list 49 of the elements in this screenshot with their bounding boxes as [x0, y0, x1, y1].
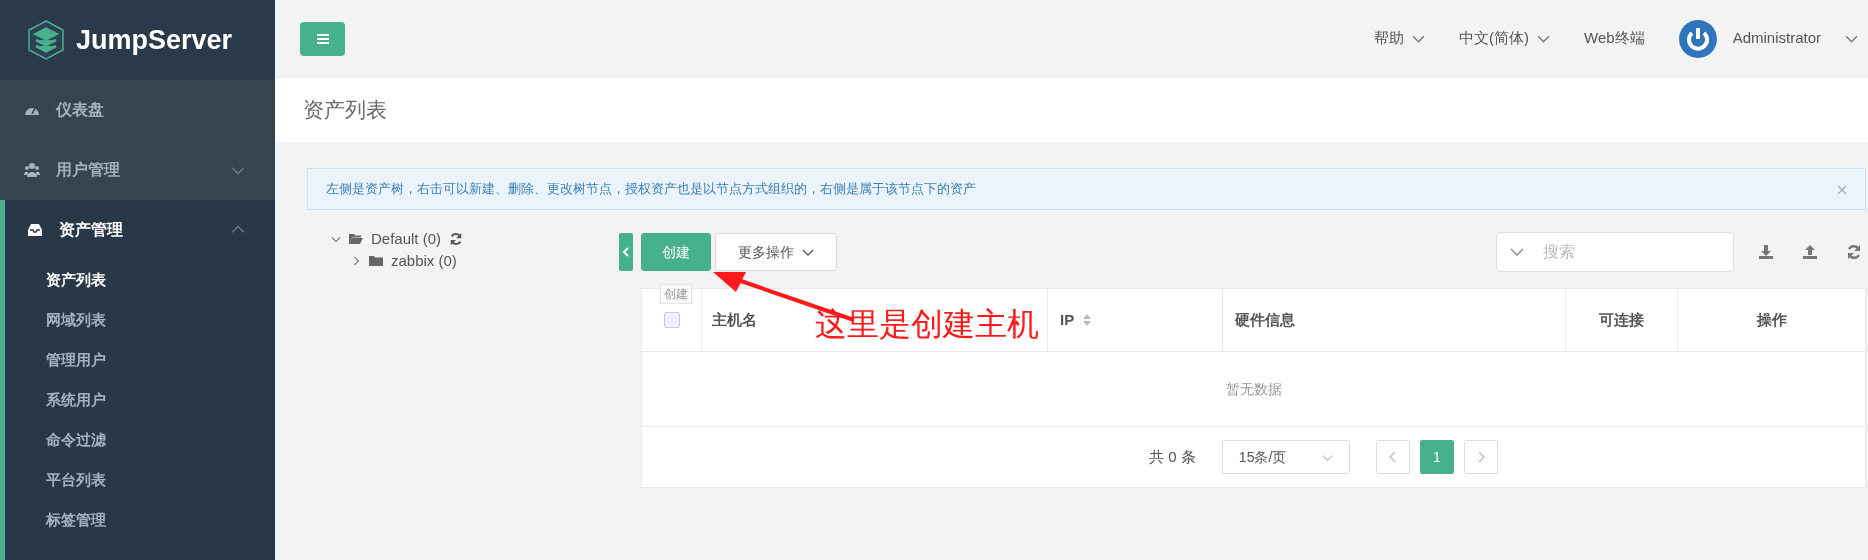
top-menu-dropdown[interactable]: 帮助	[1374, 27, 1426, 50]
sidebar-subitem[interactable]: 网域列表	[5, 300, 275, 340]
column-header: 可连接	[1566, 289, 1678, 351]
chevron-down-icon[interactable]	[1510, 248, 1524, 256]
sort-icon[interactable]	[1082, 313, 1093, 327]
folder-icon	[369, 255, 383, 267]
chevron-left-icon[interactable]	[622, 247, 630, 257]
download-icon[interactable]	[1758, 244, 1774, 260]
total-count: 共 0 条	[1149, 446, 1196, 467]
sidebar-subitem[interactable]: 平台列表	[5, 460, 275, 500]
page-size-select[interactable]: 15条/页	[1221, 440, 1350, 474]
refresh-icon[interactable]	[449, 232, 464, 246]
sidebar-subitem[interactable]: 命令过滤	[5, 420, 275, 460]
info-message: 左侧是资产树，右击可以新建、删除、更改树节点，授权资产也是以节点方式组织的，右侧是属于该节点下的资产	[326, 180, 977, 199]
page-title: 资产列表	[303, 97, 387, 124]
folder-open-icon	[349, 233, 363, 245]
user-menu[interactable]: Administrator	[1732, 27, 1858, 50]
column-header: 硬件信息	[1223, 289, 1566, 351]
top-menu-link[interactable]: Web终端	[1584, 27, 1645, 50]
brand-name: JumpServer	[76, 23, 233, 57]
sidebar-subitem[interactable]: 管理用户	[5, 340, 275, 380]
column-header[interactable]: IP	[1048, 289, 1223, 351]
sidebar-item[interactable]: 用户管理	[0, 140, 275, 200]
menu-button[interactable]	[300, 21, 345, 56]
users-icon	[24, 162, 40, 178]
select-all-checkbox[interactable]	[663, 312, 680, 328]
more-actions-dropdown[interactable]: 更多操作	[715, 233, 837, 271]
column-header: 操作	[1755, 309, 1788, 330]
inbox-icon	[27, 222, 43, 238]
chevron-right-icon[interactable]	[351, 256, 361, 266]
tooltip: 创建	[660, 284, 692, 304]
sidebar-subitem[interactable]: 资产列表	[5, 260, 275, 300]
sidebar-subitem[interactable]: 系统用户	[5, 380, 275, 420]
collapse-tree-button[interactable]	[619, 233, 633, 271]
menu-icon[interactable]	[315, 32, 330, 45]
avatar-icon[interactable]	[1678, 19, 1717, 58]
empty-message: 暂无数据	[1225, 379, 1282, 399]
logo-icon	[26, 20, 66, 60]
sidebar-item[interactable]: 仪表盘	[0, 80, 275, 140]
next-page-button[interactable]	[1463, 440, 1498, 474]
upload-icon[interactable]	[1802, 244, 1818, 260]
previous-page-button[interactable]	[1375, 440, 1410, 474]
sidebar-item[interactable]: 资产管理	[0, 200, 275, 260]
refresh-icon[interactable]	[1846, 244, 1862, 260]
tree-node-label[interactable]: zabbix (0)	[391, 249, 457, 273]
top-menu-dropdown[interactable]: 中文(简体)	[1459, 27, 1551, 50]
tree-node-label[interactable]: Default (0)	[371, 227, 442, 251]
sidebar-subitem[interactable]: 标签管理	[5, 500, 275, 540]
search-field[interactable]: 搜索	[1496, 232, 1734, 272]
